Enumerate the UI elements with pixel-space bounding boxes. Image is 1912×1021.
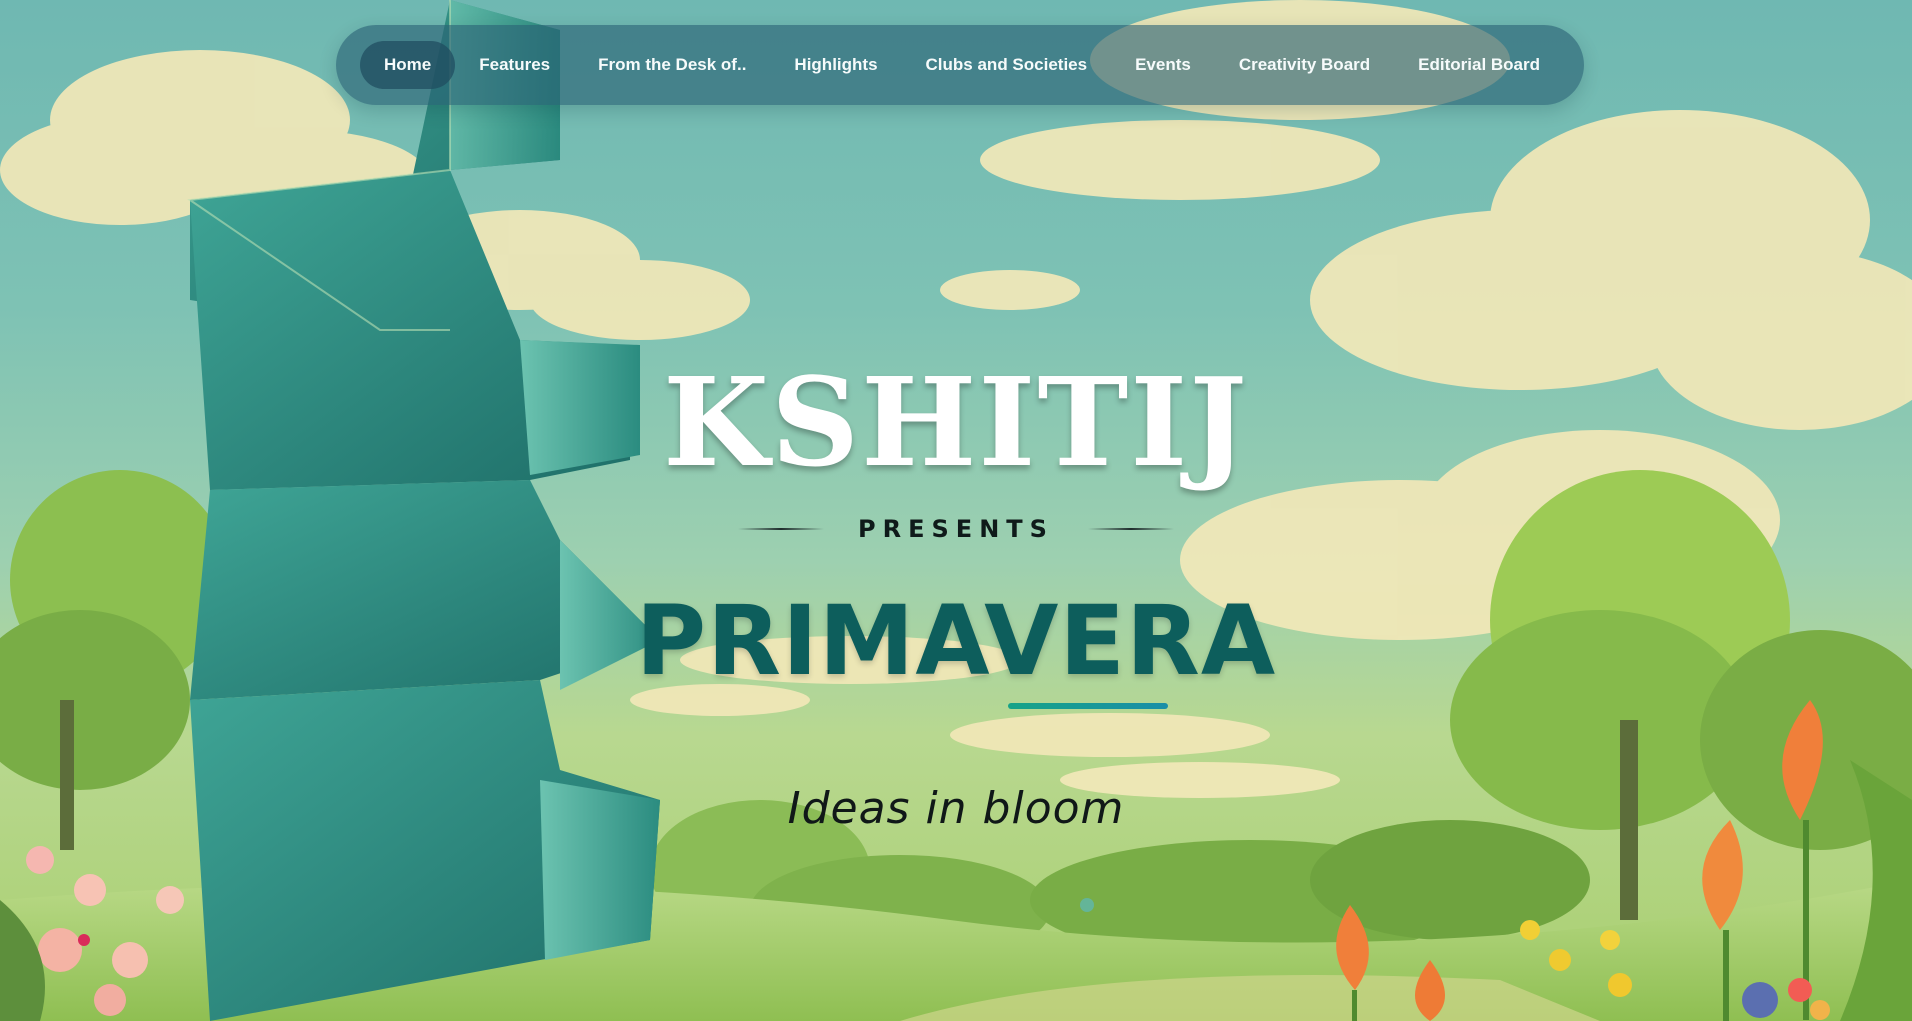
- nav-editorial-board[interactable]: Editorial Board: [1394, 41, 1564, 89]
- presents-divider-right: [1087, 528, 1174, 530]
- subtitle-underline: [1008, 703, 1168, 709]
- presents-divider-left: [738, 528, 825, 530]
- nav-events[interactable]: Events: [1111, 41, 1215, 89]
- presents-row: PRESENTS: [0, 515, 1912, 543]
- scroll-indicator-dot[interactable]: [1080, 898, 1094, 912]
- nav-home[interactable]: Home: [360, 41, 456, 89]
- nav-clubs-and-societies[interactable]: Clubs and Societies: [902, 41, 1112, 89]
- main-nav: Home Features From the Desk of.. Highlig…: [336, 25, 1584, 105]
- nav-from-the-desk[interactable]: From the Desk of..: [574, 41, 770, 89]
- hero-title: KSHITIJ: [662, 350, 1250, 494]
- nav-features[interactable]: Features: [455, 41, 574, 89]
- hero-subtitle: PRIMAVERA: [635, 585, 1277, 697]
- background-illustration: [0, 0, 1912, 1021]
- presents-label: PRESENTS: [858, 515, 1054, 543]
- nav-creativity-board[interactable]: Creativity Board: [1215, 41, 1394, 89]
- hero-tagline: Ideas in bloom: [787, 783, 1125, 834]
- nav-highlights[interactable]: Highlights: [770, 41, 901, 89]
